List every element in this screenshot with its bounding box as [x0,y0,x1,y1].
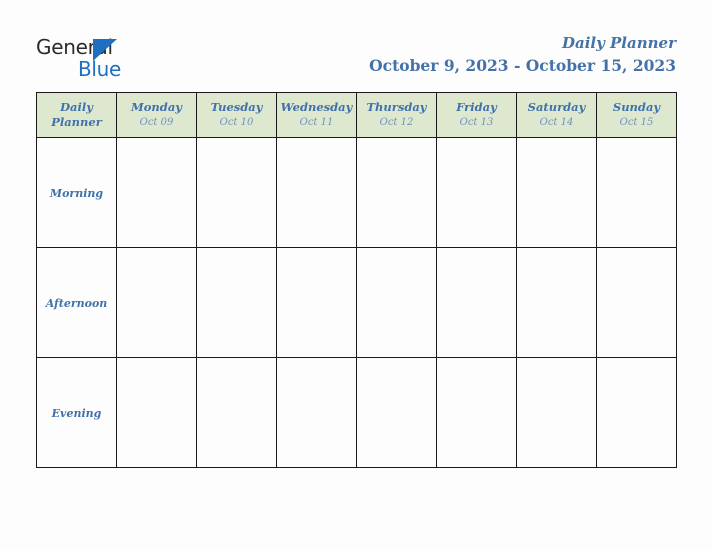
slot-afternoon-monday[interactable] [116,247,197,358]
table-header: Daily Planner Monday Oct 09 Tuesday Oct … [36,92,677,138]
slot-afternoon-tuesday[interactable] [196,247,277,358]
day-name-saturday: Saturday [527,100,586,114]
row-label-text-evening: Evening [51,406,102,420]
table-row: Evening [36,357,677,468]
corner-label-line1: Daily [60,100,93,114]
slot-afternoon-sunday[interactable] [596,247,677,358]
slot-evening-saturday[interactable] [516,357,597,468]
day-name-friday: Friday [456,100,497,114]
column-header-wednesday: Wednesday Oct 11 [276,92,357,138]
day-name-sunday: Sunday [612,100,661,114]
column-header-sunday: Sunday Oct 15 [596,92,677,138]
row-label-afternoon: Afternoon [36,247,117,358]
day-date-tuesday: Oct 10 [219,117,254,128]
header-row: Daily Planner Monday Oct 09 Tuesday Oct … [36,92,677,138]
table-row: Afternoon [36,247,677,358]
day-name-monday: Monday [131,100,182,114]
table-corner-cell: Daily Planner [36,92,117,138]
title-block: Daily Planner October 9, 2023 - October … [369,33,676,77]
corner-label-line2: Planner [51,115,102,129]
slot-morning-monday[interactable] [116,137,197,248]
general-blue-logo: General Blue [36,36,236,84]
daily-planner-table: Daily Planner Monday Oct 09 Tuesday Oct … [36,92,677,468]
day-date-friday: Oct 13 [459,117,494,128]
slot-afternoon-friday[interactable] [436,247,517,358]
day-date-saturday: Oct 14 [539,117,574,128]
row-label-morning: Morning [36,137,117,248]
slot-evening-monday[interactable] [116,357,197,468]
slot-morning-thursday[interactable] [356,137,437,248]
slot-morning-wednesday[interactable] [276,137,357,248]
column-header-saturday: Saturday Oct 14 [516,92,597,138]
column-header-thursday: Thursday Oct 12 [356,92,437,138]
slot-morning-saturday[interactable] [516,137,597,248]
row-label-text-morning: Morning [49,186,104,200]
page-title: Daily Planner [561,34,676,52]
logo-text-blue: Blue [78,57,122,81]
slot-afternoon-wednesday[interactable] [276,247,357,358]
slot-evening-sunday[interactable] [596,357,677,468]
slot-evening-tuesday[interactable] [196,357,277,468]
day-date-sunday: Oct 15 [619,117,654,128]
table-row: Morning [36,137,677,248]
table-body: Morning Afternoon Evening [36,137,677,468]
row-label-text-afternoon: Afternoon [45,296,108,310]
day-date-wednesday: Oct 11 [299,117,334,128]
slot-evening-friday[interactable] [436,357,517,468]
row-label-evening: Evening [36,357,117,468]
slot-afternoon-thursday[interactable] [356,247,437,358]
slot-morning-tuesday[interactable] [196,137,277,248]
day-date-monday: Oct 09 [139,117,174,128]
slot-evening-wednesday[interactable] [276,357,357,468]
column-header-tuesday: Tuesday Oct 10 [196,92,277,138]
column-header-friday: Friday Oct 13 [436,92,517,138]
day-date-thursday: Oct 12 [379,117,414,128]
date-range: October 9, 2023 - October 15, 2023 [369,56,676,75]
day-name-thursday: Thursday [366,100,427,114]
page-header: General Blue Daily Planner October 9, 20… [0,0,712,88]
day-name-wednesday: Wednesday [280,100,353,114]
slot-morning-friday[interactable] [436,137,517,248]
slot-morning-sunday[interactable] [596,137,677,248]
slot-afternoon-saturday[interactable] [516,247,597,358]
day-name-tuesday: Tuesday [210,100,263,114]
column-header-monday: Monday Oct 09 [116,92,197,138]
slot-evening-thursday[interactable] [356,357,437,468]
